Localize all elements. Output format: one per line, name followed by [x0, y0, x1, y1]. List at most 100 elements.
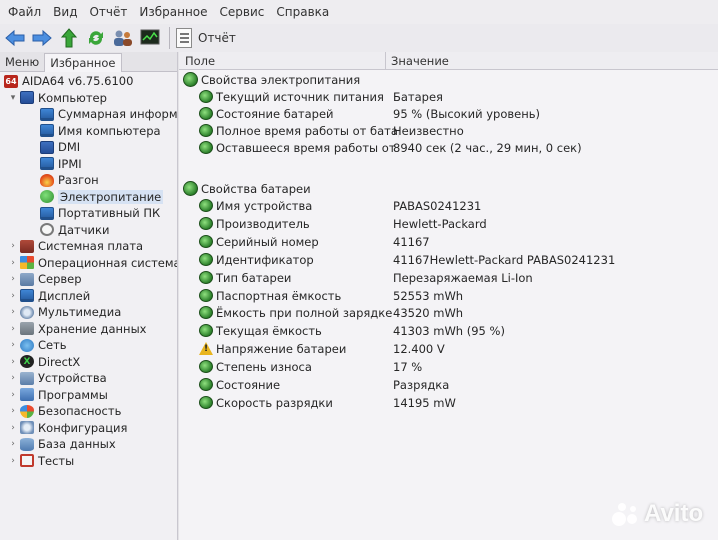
property-row[interactable]: Серийный номер 41167	[179, 233, 718, 250]
tests-icon	[20, 454, 34, 468]
tree-item[interactable]: › Тесты	[8, 453, 74, 470]
tab-favorites[interactable]: Избранное	[44, 53, 122, 72]
property-field: Напряжение батареи	[216, 341, 347, 356]
expand-arrow-icon[interactable]: ›	[8, 340, 18, 350]
tree-item[interactable]: IPMI	[28, 156, 82, 173]
tree-item[interactable]: Электропитание	[28, 189, 164, 206]
up-icon[interactable]	[57, 26, 81, 50]
users-icon[interactable]	[111, 26, 135, 50]
property-group[interactable]: Свойства электропитания	[179, 71, 718, 88]
expand-arrow-icon[interactable]: ›	[8, 456, 18, 466]
power-icon	[199, 360, 213, 373]
power-icon	[199, 324, 213, 337]
menu-item[interactable]: Вид	[47, 5, 83, 19]
tree-item-label: AIDA64 v6.75.6100	[22, 74, 134, 89]
expand-arrow-icon[interactable]: ▾	[8, 93, 18, 103]
expand-arrow-icon[interactable]: ›	[8, 274, 18, 284]
property-row[interactable]: Состояние Разрядка	[179, 376, 718, 393]
expand-arrow-icon[interactable]: ›	[8, 291, 18, 301]
power-icon	[199, 90, 213, 103]
expand-arrow-icon[interactable]: ›	[8, 307, 18, 317]
monitor-graph-icon[interactable]	[138, 26, 162, 50]
property-row[interactable]: Полное время работы от батареиНеизвестно	[179, 122, 718, 139]
expand-arrow-icon[interactable]: ›	[8, 258, 18, 268]
tree-item[interactable]: › Сеть	[8, 337, 66, 354]
expand-arrow-icon[interactable]: ›	[8, 357, 18, 367]
expand-arrow-icon[interactable]: ›	[8, 423, 18, 433]
menu-item[interactable]: Отчёт	[83, 5, 133, 19]
power-icon	[183, 72, 198, 87]
property-row[interactable]: Текущий источник питания Батарея	[179, 88, 718, 105]
property-row[interactable]: Текущая ёмкость 41303 mWh (95 %)	[179, 322, 718, 339]
tree-item[interactable]: › Безопасность	[8, 403, 121, 420]
menu-item[interactable]: Сервис	[214, 5, 271, 19]
computer-icon	[40, 140, 54, 154]
menu-item[interactable]: Файл	[2, 5, 47, 19]
expand-arrow-icon[interactable]: ›	[8, 390, 18, 400]
property-field: Полное время работы от батареи	[216, 123, 399, 138]
tree-item-label: Системная плата	[38, 239, 144, 254]
column-header-field[interactable]: Поле	[185, 54, 215, 68]
property-value: Перезаряжаемая Li-Ion	[393, 270, 533, 285]
property-group[interactable]: Свойства батареи	[179, 180, 718, 197]
tree-item[interactable]: › База данных	[8, 436, 116, 453]
expand-arrow-icon[interactable]: ›	[8, 439, 18, 449]
server-icon	[20, 272, 34, 286]
property-row[interactable]: Оставшееся время работы от батареи8940 с…	[179, 139, 718, 156]
power-icon	[40, 190, 54, 204]
property-row[interactable]: Тип батареи Перезаряжаемая Li-Ion	[179, 269, 718, 286]
property-row[interactable]: Скорость разрядки 14195 mW	[179, 394, 718, 411]
column-header-value[interactable]: Значение	[391, 54, 449, 68]
menu-item[interactable]: Справка	[270, 5, 335, 19]
expand-arrow-icon[interactable]: ›	[8, 324, 18, 334]
expand-arrow-icon[interactable]: ›	[8, 241, 18, 251]
tree-item[interactable]: › Конфигурация	[8, 420, 127, 437]
report-button-label[interactable]: Отчёт	[198, 31, 236, 45]
tree-item-label: Разгон	[58, 173, 99, 188]
tree-item[interactable]: Имя компьютера	[28, 123, 161, 140]
property-row[interactable]: Идентификатор 41167Hewlett-Packard PABAS0…	[179, 251, 718, 268]
expand-arrow-icon[interactable]: ›	[8, 373, 18, 383]
menu-item[interactable]: Избранное	[133, 5, 213, 19]
tree-item[interactable]: › Программы	[8, 387, 108, 404]
property-value: 41167	[393, 234, 430, 249]
tree-item-label: Тесты	[38, 453, 75, 468]
tree-item[interactable]: Датчики	[28, 222, 109, 239]
tab-menu[interactable]: Меню	[0, 53, 44, 71]
property-row[interactable]: Степень износа 17 %	[179, 358, 718, 375]
security-icon	[20, 404, 34, 418]
property-field: Паспортная ёмкость	[216, 288, 342, 303]
tree-item[interactable]: › Операционная система	[8, 255, 177, 272]
forward-icon[interactable]	[30, 26, 54, 50]
property-row[interactable]: Напряжение батареи 12.400 V	[179, 340, 718, 357]
property-row[interactable]: Имя устройства PABAS0241231	[179, 197, 718, 214]
power-icon	[199, 378, 213, 391]
tree-item[interactable]: › X DirectX	[8, 354, 80, 371]
property-row[interactable]: Ёмкость при полной зарядке 43520 mWh	[179, 304, 718, 321]
property-row[interactable]: Паспортная ёмкость 52553 mWh	[179, 287, 718, 304]
tree-item[interactable]: ▾ Компьютер	[8, 90, 107, 107]
tree-item[interactable]: › Хранение данных	[8, 321, 146, 338]
property-value: Разрядка	[393, 377, 450, 392]
column-divider[interactable]	[385, 52, 386, 70]
tree-item[interactable]: › Мультимедиа	[8, 304, 121, 321]
tree-item[interactable]: › Сервер	[8, 271, 81, 288]
tree-item[interactable]: › Устройства	[8, 370, 107, 387]
property-row[interactable]: Состояние батарей 95 % (Высокий уровень)	[179, 105, 718, 122]
monitor-icon	[40, 157, 54, 171]
tree-item[interactable]: Портативный ПК	[28, 205, 160, 222]
tree-item[interactable]: Суммарная информация	[28, 106, 177, 123]
tree-item[interactable]: › Дисплей	[8, 288, 90, 305]
expand-arrow-icon[interactable]: ›	[8, 406, 18, 416]
tree-item[interactable]: Разгон	[28, 172, 99, 189]
refresh-icon[interactable]	[84, 26, 108, 50]
property-row[interactable]: Производитель Hewlett-Packard	[179, 215, 718, 232]
multimedia-icon	[20, 305, 34, 319]
power-icon	[199, 396, 213, 409]
tree-item[interactable]: DMI	[28, 139, 80, 156]
report-icon[interactable]	[176, 28, 192, 48]
tree-item-label: DMI	[58, 140, 81, 155]
back-icon[interactable]	[3, 26, 27, 50]
tree-item[interactable]: 64 AIDA64 v6.75.6100	[4, 73, 133, 90]
tree-item[interactable]: › Системная плата	[8, 238, 143, 255]
